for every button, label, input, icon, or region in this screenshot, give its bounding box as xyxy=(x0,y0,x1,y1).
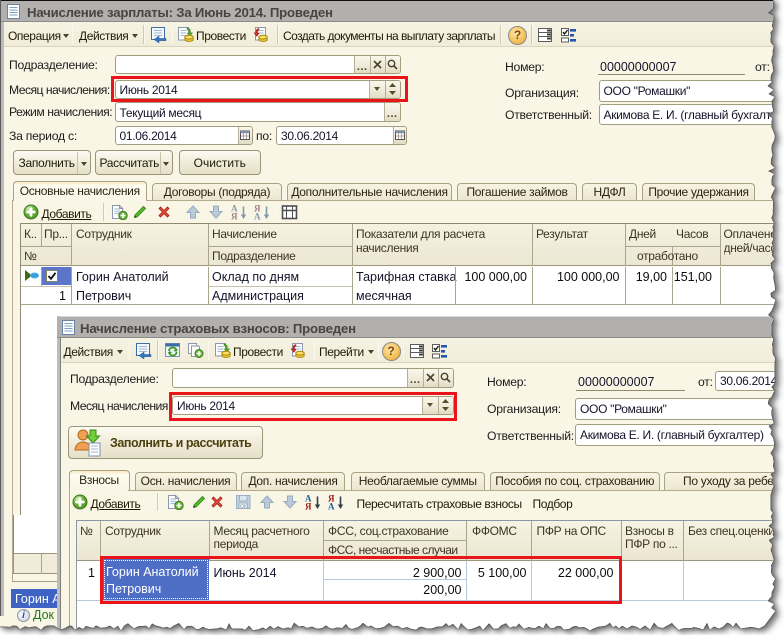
svg-text:Я: Я xyxy=(305,501,312,510)
svg-text:Я: Я xyxy=(231,212,238,221)
svg-text:А: А xyxy=(254,212,261,221)
svg-text:ОК: ОК xyxy=(240,504,247,510)
svg-text:А: А xyxy=(328,501,335,510)
